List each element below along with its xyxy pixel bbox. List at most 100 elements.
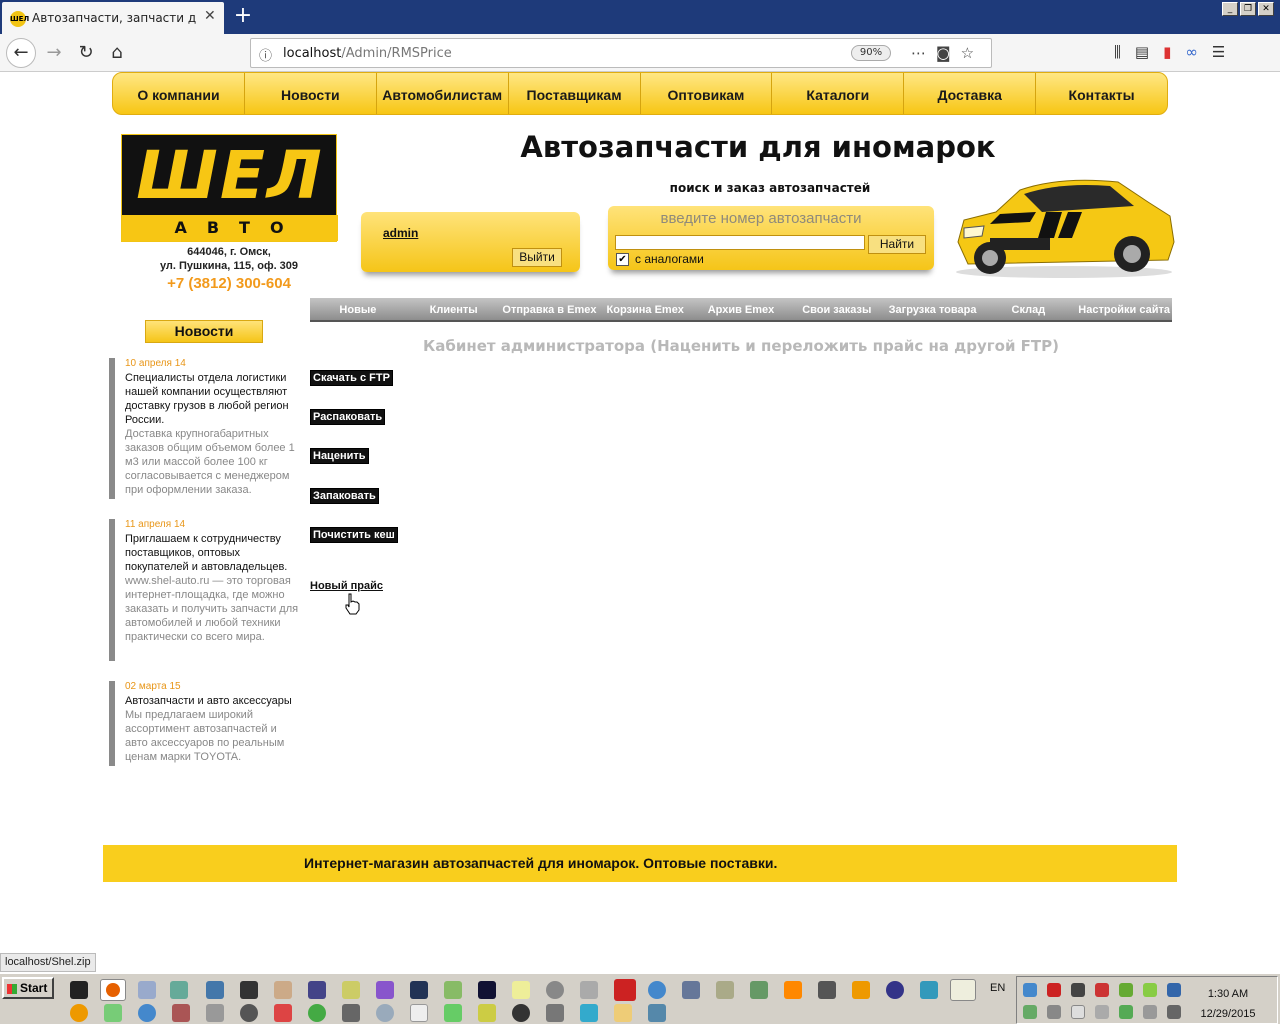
unpack-button[interactable]: Распаковать (310, 409, 386, 425)
quicklaunch-icon[interactable] (104, 1004, 122, 1022)
extension-link-icon[interactable]: ∞ (1185, 43, 1198, 61)
link-app-icon[interactable] (308, 981, 326, 999)
admin-menu-warehouse[interactable]: Склад (980, 298, 1076, 320)
more-actions-icon[interactable]: ⋯ (911, 44, 936, 62)
tray-icon[interactable] (1071, 1005, 1085, 1019)
admin-menu-own-orders[interactable]: Свои заказы (789, 298, 885, 320)
new-price-link[interactable]: Новый прайс (310, 580, 383, 592)
admin-menu-settings[interactable]: Настройки сайта (1076, 298, 1172, 320)
start-button[interactable]: Start (2, 977, 54, 999)
tray-icon[interactable] (1047, 983, 1061, 997)
address-bar[interactable]: ⓘ localhost/Admin/RMSPrice 90% ⋯◙☆ (250, 38, 992, 68)
site-logo[interactable]: ШЕЛ АВТО (121, 134, 338, 242)
admin-menu-upload-goods[interactable]: Загрузка товара (885, 298, 981, 320)
user-link[interactable]: admin (383, 226, 418, 240)
tray-icon[interactable] (1047, 1005, 1061, 1019)
tray-icon[interactable] (1119, 983, 1133, 997)
forward-button[interactable]: → (40, 39, 68, 67)
menu-item-delivery[interactable]: Доставка (904, 73, 1037, 114)
home-button[interactable]: ⌂ (103, 39, 131, 67)
quicklaunch-icon[interactable] (614, 1004, 632, 1022)
paint-icon[interactable] (342, 981, 360, 999)
admin-menu-cart-emex[interactable]: Корзина Emex (597, 298, 693, 320)
quicklaunch-icon[interactable] (240, 1004, 258, 1022)
tray-icon[interactable] (1095, 1005, 1109, 1019)
logout-button[interactable]: Выйти (512, 248, 562, 267)
network-icon[interactable] (206, 981, 224, 999)
bookmark-star-icon[interactable]: ☆ (961, 44, 984, 62)
eclipse-icon[interactable] (886, 981, 904, 999)
filezilla-icon[interactable] (614, 979, 636, 1001)
markup-button[interactable]: Наценить (310, 448, 369, 464)
site-info-icon[interactable]: ⓘ (259, 45, 272, 64)
admin-menu-new[interactable]: Новые (310, 298, 406, 320)
window-icon[interactable] (580, 981, 598, 999)
quicklaunch-icon[interactable] (512, 1004, 530, 1022)
menu-icon[interactable]: ☰ (1212, 43, 1225, 61)
maximize-button[interactable]: ❐ (1240, 2, 1256, 16)
zoom-indicator[interactable]: 90% (851, 45, 891, 61)
cmd-icon[interactable] (70, 981, 88, 999)
tray-icon[interactable] (1143, 983, 1157, 997)
reload-button[interactable]: ↻ (72, 39, 100, 67)
search-button[interactable]: Найти (868, 235, 926, 254)
menu-item-catalogs[interactable]: Каталоги (772, 73, 905, 114)
library-icon[interactable]: ⫼ (1114, 43, 1121, 61)
extension-icon[interactable]: ▮ (1163, 43, 1171, 61)
tools-icon[interactable] (274, 981, 292, 999)
system-clock[interactable]: 1:30 AM 12/29/2015 (1190, 984, 1266, 1024)
settings-app-icon[interactable] (818, 981, 836, 999)
quicklaunch-icon[interactable] (172, 1004, 190, 1022)
menu-item-wholesale[interactable]: Оптовикам (641, 73, 773, 114)
quicklaunch-icon[interactable] (444, 1004, 462, 1022)
save-icon[interactable] (478, 981, 496, 999)
quicklaunch-icon[interactable] (138, 1004, 156, 1022)
active-window-button[interactable] (950, 979, 976, 1001)
quicklaunch-icon[interactable] (308, 1004, 326, 1022)
close-tab-icon[interactable]: ✕ (204, 8, 216, 24)
clear-cache-button[interactable]: Почистить кеш (310, 527, 398, 543)
notepad-icon[interactable] (138, 981, 156, 999)
admin-menu-clients[interactable]: Клиенты (406, 298, 502, 320)
tray-icon[interactable] (1023, 983, 1037, 997)
fb-icon[interactable] (240, 981, 258, 999)
tray-icon[interactable] (1167, 983, 1181, 997)
quicklaunch-icon[interactable] (410, 1004, 428, 1022)
part-number-input[interactable] (615, 235, 865, 250)
visual-studio-icon[interactable] (376, 981, 394, 999)
editor-icon[interactable] (444, 981, 462, 999)
quicklaunch-icon[interactable] (648, 1004, 666, 1022)
menu-item-suppliers[interactable]: Поставщикам (509, 73, 641, 114)
new-tab-button[interactable]: + (230, 3, 256, 29)
quicklaunch-icon[interactable] (206, 1004, 224, 1022)
pack-button[interactable]: Запаковать (310, 488, 379, 504)
monitor-icon[interactable] (920, 981, 938, 999)
minimize-button[interactable]: _ (1222, 2, 1238, 16)
vlc-icon[interactable] (784, 981, 802, 999)
quicklaunch-icon[interactable] (274, 1004, 292, 1022)
close-window-button[interactable]: ✕ (1258, 2, 1274, 16)
explorer-icon[interactable] (170, 981, 188, 999)
menu-item-news[interactable]: Новости (245, 73, 377, 114)
admin-menu-send-emex[interactable]: Отправка в Emex (502, 298, 598, 320)
sync-icon[interactable] (648, 981, 666, 999)
browser-tab[interactable]: ШЕЛ Автозапчасти, запчасти для ино ✕ (2, 2, 224, 34)
tray-icon[interactable] (1119, 1005, 1133, 1019)
disc-icon[interactable] (546, 981, 564, 999)
analogs-checkbox[interactable]: ✔ (616, 253, 629, 266)
headphones-icon[interactable] (852, 981, 870, 999)
tray-icon[interactable] (1023, 1005, 1037, 1019)
notes-icon[interactable] (512, 981, 530, 999)
volume-icon[interactable] (1167, 1005, 1181, 1019)
app-icon[interactable] (750, 981, 768, 999)
quicklaunch-icon[interactable] (376, 1004, 394, 1022)
tray-icon[interactable] (1071, 983, 1085, 997)
calendar-icon[interactable] (716, 981, 734, 999)
quicklaunch-icon[interactable] (70, 1004, 88, 1022)
quicklaunch-icon[interactable] (580, 1004, 598, 1022)
sidebar-icon[interactable]: ▤ (1135, 43, 1149, 61)
admin-menu-archive-emex[interactable]: Архив Emex (693, 298, 789, 320)
firefox-taskbar-button[interactable] (100, 979, 126, 1001)
menu-item-about[interactable]: О компании (113, 73, 245, 114)
download-ftp-button[interactable]: Скачать с FTP (310, 370, 393, 386)
